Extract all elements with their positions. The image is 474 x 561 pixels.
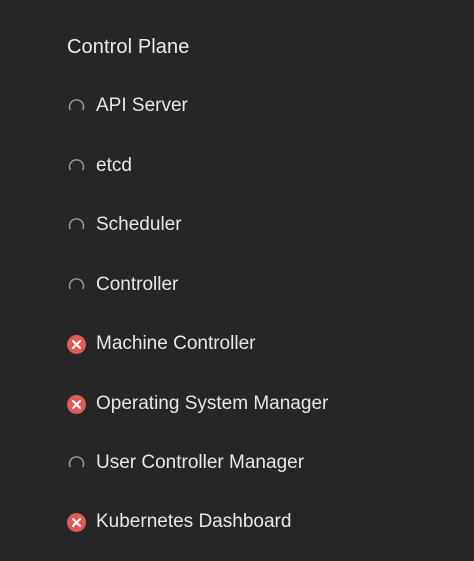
status-item-etcd: etcd [67,154,132,178]
status-item-operating-system-manager: Operating System Manager [67,392,328,416]
status-item-api-server: API Server [67,94,188,118]
status-item-label: Operating System Manager [96,393,329,414]
error-icon [67,512,86,532]
status-item-label: API Server [96,95,188,116]
status-item-label: etcd [96,155,132,176]
status-item-scheduler: Scheduler [67,213,182,237]
status-item-label: User Controller Manager [96,452,305,473]
spinner-icon [67,157,86,176]
spinner-icon [67,276,86,295]
spinner-icon [67,216,86,235]
error-icon [67,334,86,354]
error-icon [67,394,86,414]
status-item-label: Kubernetes Dashboard [96,511,292,532]
status-item-kubernetes-dashboard: Kubernetes Dashboard [67,510,291,534]
status-item-label: Machine Controller [96,333,256,354]
status-item-controller: Controller [67,273,178,297]
status-item-machine-controller: Machine Controller [67,332,255,356]
spinner-icon [67,97,86,116]
spinner-icon [67,454,86,473]
status-item-label: Scheduler [96,214,182,235]
status-item-label: Controller [96,274,179,295]
control-plane-panel: Control Plane API Server etcd Scheduler … [0,0,474,561]
status-item-user-controller-manager: User Controller Manager [67,451,304,475]
section-title: Control Plane [67,36,190,58]
